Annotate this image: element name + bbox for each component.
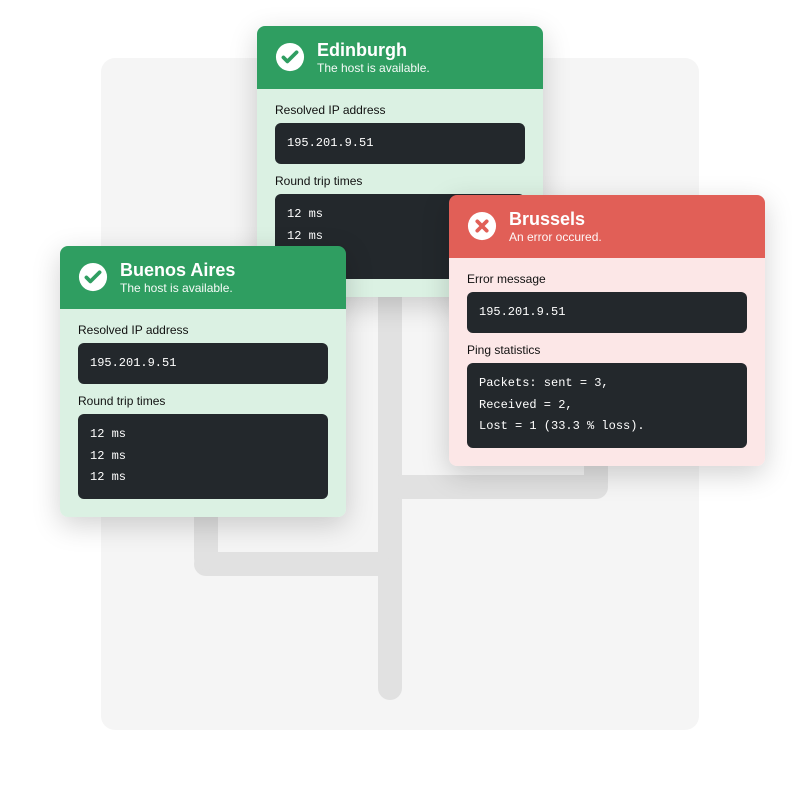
rtt-label: Round trip times — [78, 394, 328, 408]
error-circle-icon — [467, 211, 497, 241]
connector-line — [194, 552, 390, 576]
ip-label: Resolved IP address — [78, 323, 328, 337]
status-card-buenos-aires: Buenos Aires The host is available. Reso… — [60, 246, 346, 517]
stage: Edinburgh The host is available. Resolve… — [0, 0, 800, 800]
card-subtitle: The host is available. — [317, 61, 430, 75]
card-title: Buenos Aires — [120, 260, 235, 281]
card-title: Edinburgh — [317, 40, 430, 61]
card-subtitle: The host is available. — [120, 281, 235, 295]
card-body: Error message 195.201.9.51 Ping statisti… — [449, 258, 765, 466]
card-header: Brussels An error occured. — [449, 195, 765, 258]
error-label: Error message — [467, 272, 747, 286]
card-body: Resolved IP address 195.201.9.51 Round t… — [60, 309, 346, 517]
card-title: Brussels — [509, 209, 602, 230]
card-subtitle: An error occured. — [509, 230, 602, 244]
error-value: 195.201.9.51 — [467, 292, 747, 334]
rtt-label: Round trip times — [275, 174, 525, 188]
check-circle-icon — [275, 42, 305, 72]
ip-value: 195.201.9.51 — [78, 343, 328, 385]
status-card-brussels: Brussels An error occured. Error message… — [449, 195, 765, 466]
check-circle-icon — [78, 262, 108, 292]
ping-stats-values: Packets: sent = 3, Received = 2, Lost = … — [467, 363, 747, 448]
ping-stats-label: Ping statistics — [467, 343, 747, 357]
ip-value: 195.201.9.51 — [275, 123, 525, 165]
rtt-values: 12 ms 12 ms 12 ms — [78, 414, 328, 499]
card-header: Buenos Aires The host is available. — [60, 246, 346, 309]
card-header: Edinburgh The host is available. — [257, 26, 543, 89]
ip-label: Resolved IP address — [275, 103, 525, 117]
connector-line — [390, 475, 608, 499]
